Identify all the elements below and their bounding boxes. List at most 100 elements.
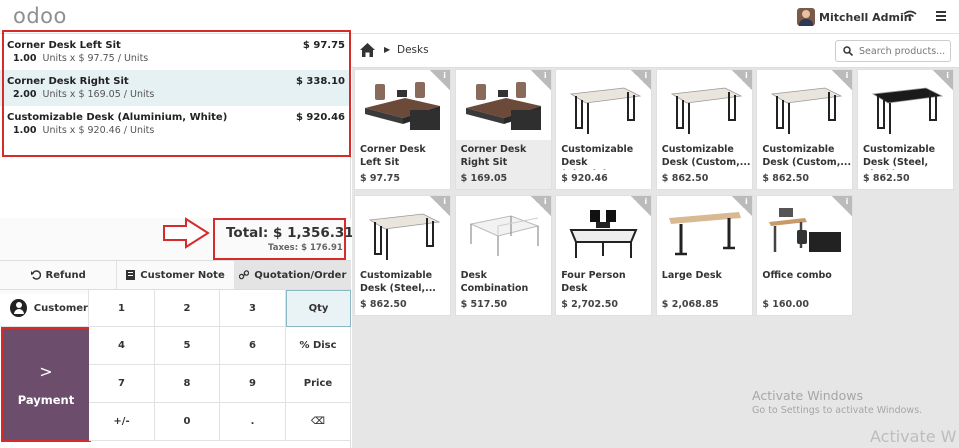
product-name: Customizable Desk (Steel, Black) [863, 144, 936, 170]
activation-watermark-subtitle: Go to Settings to activate Windows. [752, 405, 923, 416]
home-icon[interactable] [360, 43, 375, 57]
wifi-icon[interactable] [903, 10, 917, 22]
product-name: Large Desk [661, 270, 722, 281]
key-9[interactable]: 9 [220, 365, 286, 403]
product-info-icon[interactable]: i [430, 196, 450, 216]
product-price: $ 169.05 [460, 173, 508, 184]
decimal-key[interactable]: . [220, 403, 286, 441]
white-desk-icon [757, 70, 853, 140]
product-info-icon[interactable]: i [731, 70, 752, 90]
large-desk-icon [656, 196, 752, 266]
product-price: $ 862.50 [360, 299, 407, 310]
backspace-key[interactable]: ⌫ [286, 403, 351, 441]
plus-minus-key[interactable]: +/- [89, 403, 155, 441]
product-card[interactable]: i Office combo $ 160.00 [756, 195, 854, 316]
odoo-logo[interactable]: odoo [13, 4, 67, 28]
product-name: Office combo [762, 270, 832, 281]
product-card[interactable]: i Corner Desk Left Sit $ 97.75 [354, 69, 451, 190]
product-card[interactable]: i Customizable Desk (Steel, Black) $ 862.5… [857, 69, 954, 190]
product-price: $ 2,068.85 [661, 299, 719, 310]
customer-note-button[interactable]: Customer Note [117, 261, 235, 289]
price-mode-button[interactable]: Price [286, 365, 351, 403]
link-icon [239, 270, 250, 280]
product-card[interactable]: i Customizable Desk (Custom,... $ 862.50 [655, 69, 753, 190]
product-info-icon[interactable]: i [933, 70, 953, 90]
product-name: Four Person Desk [561, 270, 626, 294]
product-price: $ 862.50 [762, 173, 809, 184]
key-5[interactable]: 5 [155, 327, 220, 365]
product-card[interactable]: i Corner Desk Right Sit $ 169.05 [454, 69, 552, 190]
control-buttons: Refund Customer Note Quotation/Order [0, 260, 351, 290]
breadcrumb-separator-icon: ▶ [384, 45, 391, 54]
product-info-icon[interactable]: i [631, 196, 652, 216]
quotation-order-button[interactable]: Quotation/Order [234, 261, 351, 289]
product-price: $ 97.75 [360, 173, 400, 184]
product-info-icon[interactable]: i [832, 70, 853, 90]
product-card[interactable]: i Customizable Desk (Custom,... $ 862.50 [756, 69, 854, 190]
product-price: $ 2,702.50 [561, 299, 618, 310]
discount-mode-button[interactable]: % Disc [286, 327, 351, 365]
customer-note-label: Customer Note [140, 269, 225, 281]
key-7[interactable]: 7 [89, 365, 155, 403]
note-icon [126, 270, 136, 280]
orderlines-highlight-box [2, 30, 351, 157]
user-menu[interactable]: Mitchell Admin [797, 6, 912, 28]
product-card[interactable]: i Four Person Desk $ 2,702.50 [555, 195, 653, 316]
product-search[interactable] [835, 40, 951, 62]
product-name: Customizable Desk (Custom,... [661, 144, 751, 168]
customer-label: Customer [33, 302, 88, 314]
key-8[interactable]: 8 [155, 365, 220, 403]
hamburger-menu-icon[interactable] [936, 11, 946, 21]
product-info-icon[interactable]: i [530, 196, 551, 216]
activation-watermark-overlay: Activate W [870, 427, 957, 446]
product-card[interactable]: i Customizable Desk (Aluminiu... $ 920.46 [555, 69, 653, 190]
product-panel: ▶ Desks i Corner Desk Left Sit $ 97.75 i Cor… [352, 34, 959, 448]
total-highlight-box [213, 218, 346, 260]
key-0[interactable]: 0 [155, 403, 220, 441]
key-6[interactable]: 6 [220, 327, 286, 365]
product-price: $ 862.50 [661, 173, 709, 184]
product-name: Customizable Desk (Steel,... [360, 270, 436, 294]
search-input[interactable] [859, 45, 949, 57]
product-card[interactable]: i Large Desk $ 2,068.85 [655, 195, 753, 316]
product-name: Corner Desk Right Sit [460, 144, 527, 168]
numpad: 1 2 3 Qty 4 5 6% Disc 7 8 9 Price +/- 0. ⌫ [89, 290, 351, 441]
product-card[interactable]: i Desk Combination $ 517.50 [454, 195, 552, 316]
payment-highlight-box [1, 327, 91, 442]
qty-mode-button[interactable]: Qty [286, 290, 351, 327]
product-price: $ 160.00 [762, 299, 809, 310]
right-arrow-icon [163, 217, 210, 249]
user-name: Mitchell Admin [819, 10, 912, 24]
white-desk-icon [355, 196, 450, 266]
product-info-icon[interactable]: i [530, 70, 551, 90]
product-price: $ 862.50 [863, 173, 910, 184]
key-1[interactable]: 1 [89, 290, 155, 327]
product-info-icon[interactable]: i [731, 196, 752, 216]
top-bar: odoo Mitchell Admin [0, 0, 959, 34]
key-2[interactable]: 2 [155, 290, 220, 327]
customer-button[interactable]: Customer [0, 290, 89, 327]
quotation-order-label: Quotation/Order [254, 269, 347, 281]
product-name: Customizable Desk (Aluminiu... [561, 144, 634, 170]
product-card[interactable]: i Customizable Desk (Steel,... $ 862.50 [354, 195, 451, 316]
product-info-icon[interactable]: i [430, 70, 450, 90]
user-avatar [797, 8, 815, 26]
product-info-icon[interactable]: i [631, 70, 652, 90]
refund-button[interactable]: Refund [0, 261, 118, 289]
key-4[interactable]: 4 [89, 327, 155, 365]
combination-desk-icon [455, 196, 551, 266]
white-desk-icon [556, 70, 652, 140]
product-name: Customizable Desk (Custom,... [762, 144, 852, 168]
key-3[interactable]: 3 [220, 290, 286, 327]
undo-icon [30, 270, 41, 280]
products-bar: ▶ Desks [352, 34, 959, 68]
black-desk-icon [858, 70, 953, 140]
four-person-desk-icon [556, 196, 652, 266]
product-price: $ 920.46 [561, 173, 608, 184]
corner-desk-icon [355, 70, 450, 140]
breadcrumb-category[interactable]: Desks [397, 44, 429, 56]
refund-label: Refund [45, 269, 86, 281]
corner-desk-icon [455, 70, 551, 140]
product-info-icon[interactable]: i [832, 196, 853, 216]
product-name: Desk Combination [460, 270, 529, 294]
